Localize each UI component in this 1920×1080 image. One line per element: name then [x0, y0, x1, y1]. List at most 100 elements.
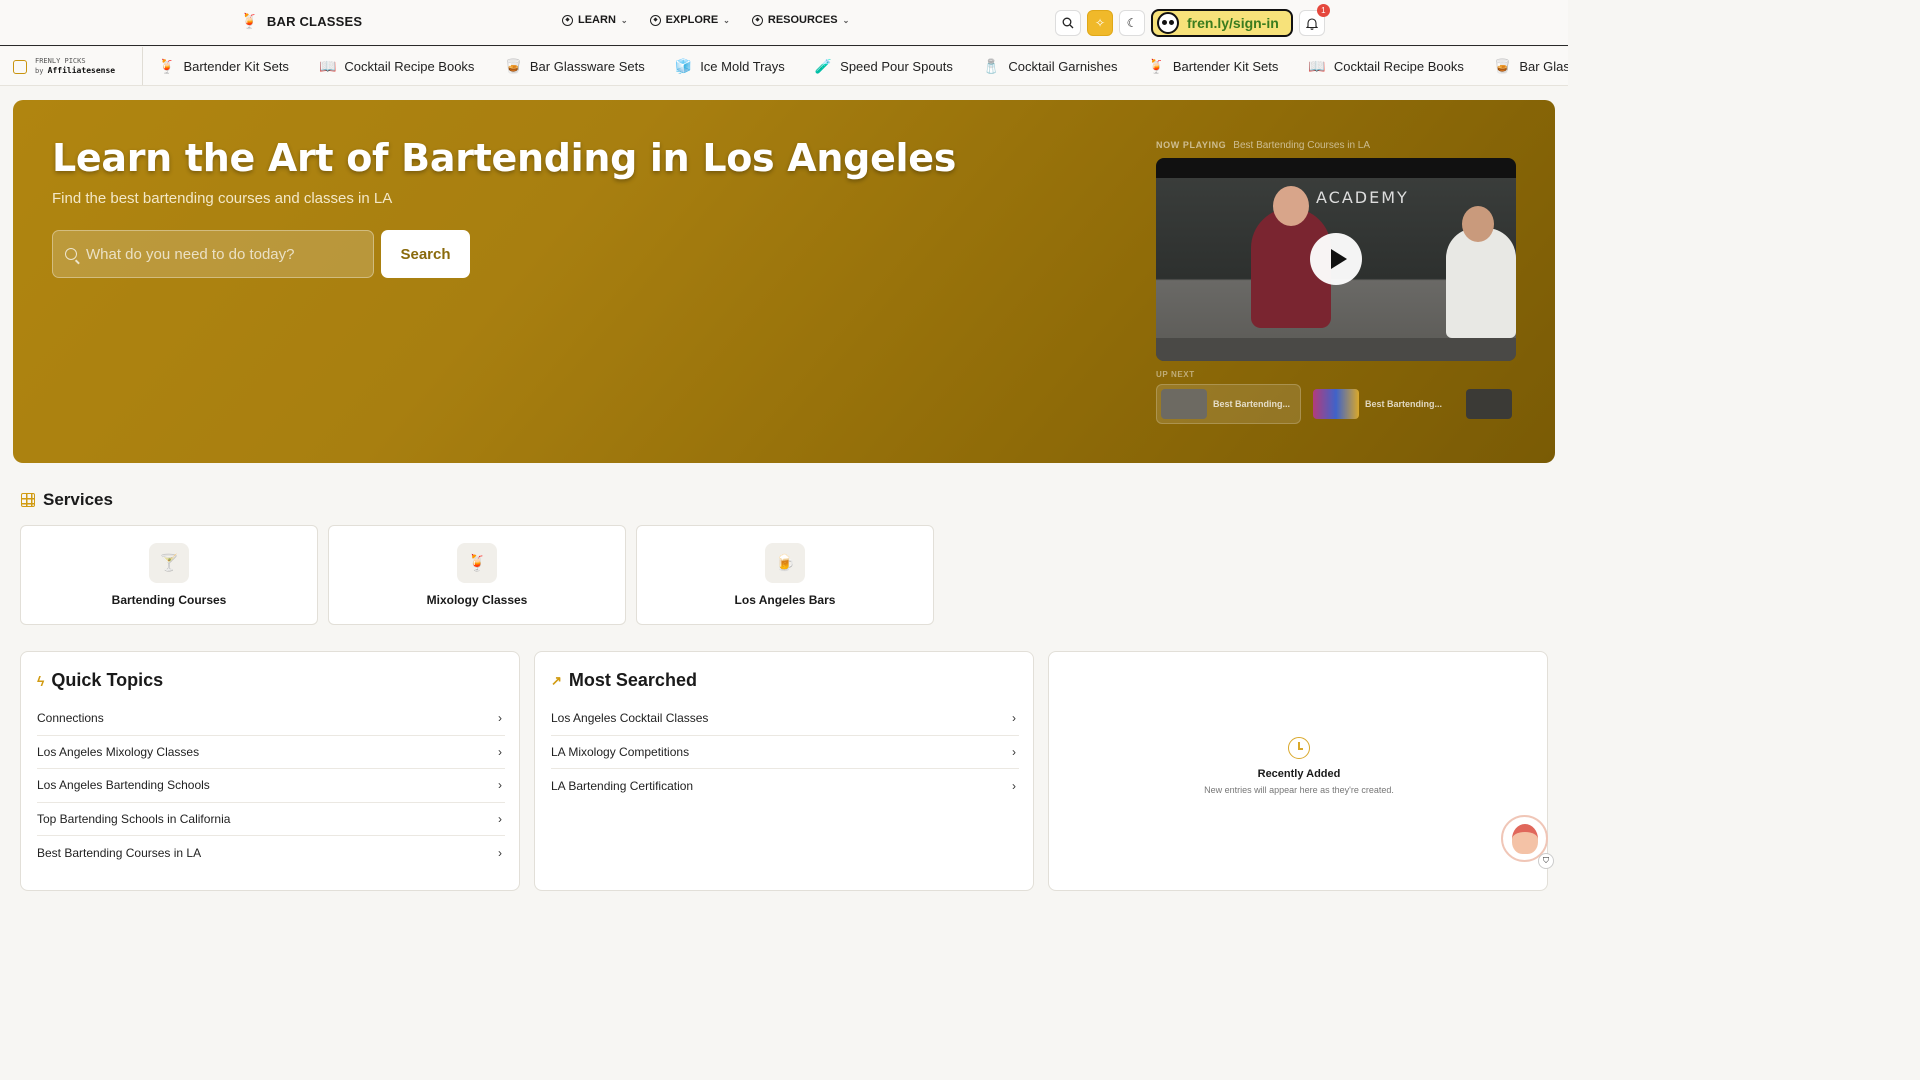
service-card-bartending-courses[interactable]: 🍸 Bartending Courses	[20, 525, 318, 625]
nav-explore-label: EXPLORE	[665, 14, 719, 26]
quick-topics-title: Quick Topics	[51, 670, 164, 690]
ticker-item-label: Ice Mold Trays	[700, 59, 785, 74]
service-label: Los Angeles Bars	[734, 593, 836, 607]
chat-assistant-button[interactable]: ⛉	[1501, 815, 1554, 869]
up-next-title: Best Bartending...	[1213, 399, 1291, 409]
video-thumbnail	[1313, 389, 1359, 419]
ticker-item[interactable]: 📖 Cocktail Recipe Books	[1293, 58, 1479, 75]
ticker-item-label: Bar Glasswar	[1519, 59, 1568, 74]
list-item[interactable]: Los Angeles Bartending Schools ›	[37, 769, 505, 803]
ai-sparkle-button[interactable]: ✧	[1087, 10, 1113, 36]
ticker-item-label: Bartender Kit Sets	[183, 59, 289, 74]
compass-icon	[751, 14, 763, 26]
shield-icon: ⛉	[1538, 853, 1554, 869]
clock-icon	[1288, 737, 1310, 759]
service-card-los-angeles-bars[interactable]: 🍺 Los Angeles Bars	[636, 525, 934, 625]
list-item[interactable]: Los Angeles Mixology Classes ›	[37, 736, 505, 769]
chevron-right-icon: ›	[498, 744, 502, 759]
product-icon: 🥃	[504, 58, 522, 74]
notification-badge: 1	[1316, 4, 1330, 17]
list-item[interactable]: LA Bartending Certification ›	[551, 769, 1019, 803]
hero-search-field[interactable]	[52, 230, 374, 278]
ticker-item-label: Cocktail Recipe Books	[1333, 59, 1464, 74]
ticker-items: 🍹 Bartender Kit Sets 📖 Cocktail Recipe Book…	[143, 47, 1568, 85]
product-icon: 🧪	[814, 58, 833, 74]
ticker-item[interactable]: 🧂 Cocktail Garnishes	[968, 58, 1133, 75]
product-icon: 📖	[1308, 58, 1326, 74]
lightning-icon: ϟ	[37, 672, 45, 689]
ticker-item[interactable]: 🍹 Bartender Kit Sets	[1132, 58, 1293, 75]
beer-icon: 🍺	[765, 543, 805, 583]
list-item[interactable]: Best Bartending Courses in LA ›	[37, 836, 505, 870]
sparkle-icon: ✧	[1094, 16, 1106, 30]
dark-mode-toggle[interactable]: ☾	[1119, 10, 1145, 36]
picks-by: by	[35, 67, 44, 75]
frenly-picks-badge[interactable]: FRENLY PICKS by Affiliatesense	[0, 47, 143, 85]
video-person	[1446, 206, 1516, 338]
ticker-item-label: Speed Pour Spouts	[840, 59, 953, 74]
product-icon: 🍹	[158, 58, 176, 74]
ticker-item[interactable]: 🧪 Speed Pour Spouts	[800, 58, 968, 75]
hero-search-input[interactable]	[86, 245, 356, 263]
most-searched-list: Los Angeles Cocktail Classes › LA Mixology…	[551, 702, 1019, 803]
ticker-item[interactable]: 🥃 Bar Glassware Sets	[489, 58, 659, 75]
header-tools: ✧ ☾ fren.ly/sign-in 1	[1055, 4, 1330, 37]
ticker-item[interactable]: 🧊 Ice Mold Trays	[660, 58, 800, 75]
recently-added-empty: Recently Added New entries will appear h…	[1049, 737, 1549, 795]
video-thumbnail	[1466, 389, 1512, 419]
ticker-item[interactable]: 🥃 Bar Glasswar	[1479, 58, 1568, 75]
service-card-mixology-classes[interactable]: 🍹 Mixology Classes	[328, 525, 626, 625]
up-next-text: Best Bartending...	[1213, 399, 1295, 409]
compass-icon	[649, 14, 661, 26]
picks-brand: Affiliatesense	[47, 66, 116, 75]
panda-avatar-icon	[1157, 12, 1179, 34]
list-item-label: Top Bartending Schools in California	[37, 811, 231, 826]
video-thumbnail	[1161, 389, 1207, 419]
list-item[interactable]: LA Mixology Competitions ›	[551, 736, 1019, 769]
up-next-list: Best Bartending... Best Bartending... L	[1156, 384, 1516, 424]
hero-search-button[interactable]: Search	[381, 230, 470, 278]
ticker-item[interactable]: 🍹 Bartender Kit Sets	[143, 58, 304, 75]
moon-icon: ☾	[1126, 16, 1138, 30]
list-item[interactable]: Los Angeles Cocktail Classes ›	[551, 702, 1019, 736]
picks-line2: by Affiliatesense	[35, 66, 115, 76]
picks-text: FRENLY PICKS by Affiliatesense	[35, 57, 115, 76]
product-icon: 📖	[318, 58, 337, 74]
ticker-item-label: Bar Glassware Sets	[529, 59, 645, 74]
product-icon: 🧊	[674, 58, 693, 74]
up-next-item[interactable]: Best Bartending...	[1156, 384, 1301, 424]
up-next-title: Best Bartending...	[1365, 399, 1443, 409]
list-item[interactable]: Connections ›	[37, 702, 505, 736]
chevron-down-icon: ⌄	[723, 15, 730, 25]
product-icon: 🥃	[1493, 58, 1512, 74]
chevron-right-icon: ›	[1012, 711, 1016, 726]
up-next-text: Best Bartending...	[1365, 399, 1447, 409]
most-searched-title: Most Searched	[568, 670, 697, 690]
up-next-item[interactable]: Best Bartending...	[1309, 384, 1454, 424]
quick-topics-panel: ϟ Quick Topics Connections › Los Angeles Mi…	[20, 651, 520, 891]
list-item-label: Connections	[37, 711, 104, 726]
notifications-button[interactable]: 1	[1298, 4, 1330, 36]
list-item[interactable]: Top Bartending Schools in California ›	[37, 803, 505, 836]
play-button-icon[interactable]	[1310, 233, 1362, 285]
chevron-right-icon: ›	[1012, 778, 1016, 793]
video-player[interactable]: ACADEMY	[1156, 158, 1516, 361]
services-title: Services	[43, 490, 113, 509]
sign-in-button[interactable]: fren.ly/sign-in	[1151, 9, 1293, 37]
quick-topics-list: Connections › Los Angeles Mixology Classes…	[37, 702, 505, 870]
bell-icon	[1305, 17, 1318, 30]
brand-logo[interactable]: 🍹 BAR CLASSES	[240, 12, 362, 30]
search-button[interactable]	[1055, 10, 1081, 36]
list-item-label: LA Mixology Competitions	[551, 744, 690, 759]
nav-learn[interactable]: LEARN ⌄	[562, 14, 628, 26]
nav-resources[interactable]: RESOURCES ⌄	[751, 14, 849, 26]
brand-name: BAR CLASSES	[266, 13, 363, 29]
up-next-item[interactable]: L	[1462, 384, 1516, 424]
service-label: Bartending Courses	[111, 593, 227, 607]
hero-subtitle: Find the best bartending courses and cla…	[52, 190, 393, 207]
ticker-item[interactable]: 📖 Cocktail Recipe Books	[304, 58, 490, 75]
picks-line1: FRENLY PICKS	[35, 57, 86, 65]
hero-banner: Learn the Art of Bartending in Los Angel…	[13, 100, 1555, 463]
nav-explore[interactable]: EXPLORE ⌄	[649, 14, 730, 26]
affiliate-ticker: FRENLY PICKS by Affiliatesense 🍹 Bartende…	[0, 47, 1568, 86]
